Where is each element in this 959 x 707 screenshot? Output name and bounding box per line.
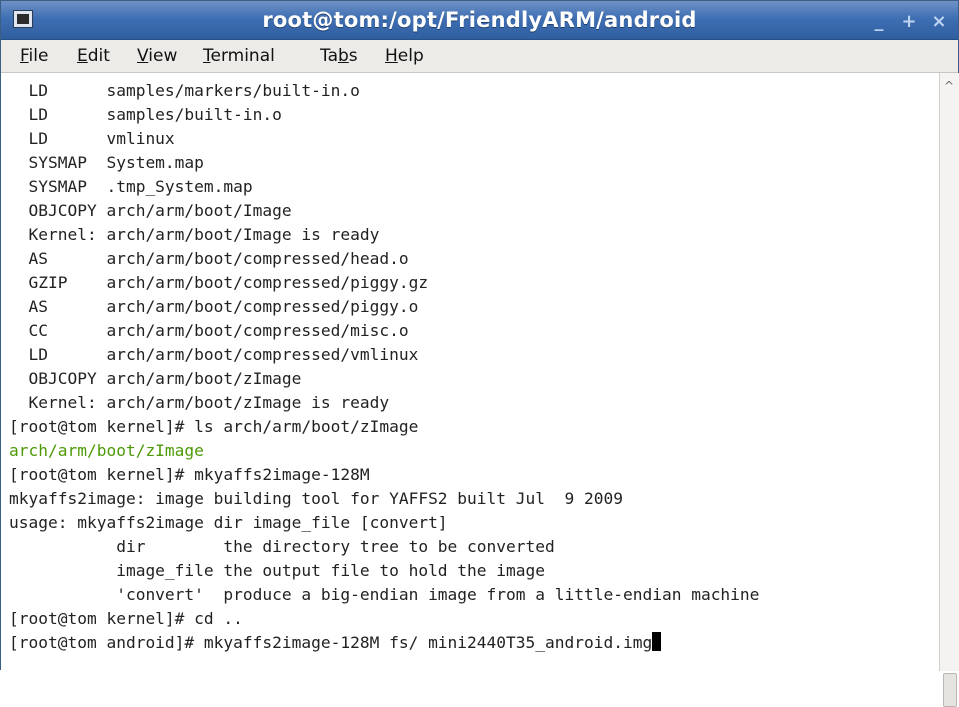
terminal-line: [root@tom kernel]# cd .. [9,609,243,628]
menu-tabs[interactable]: Tabs [320,46,358,66]
maximize-icon[interactable]: + [897,12,921,32]
menu-tabs-pre: Ta [320,46,338,66]
terminal-line: AS arch/arm/boot/compressed/piggy.o [9,297,419,316]
vertical-scrollbar[interactable]: ^ [939,73,959,707]
terminal-line: GZIP arch/arm/boot/compressed/piggy.gz [9,273,429,292]
menu-view-post: iew [148,46,178,66]
menu-edit-post: dit [87,46,110,66]
menu-help[interactable]: Help [385,46,424,66]
terminal-line: dir the directory tree to be converted [9,537,555,556]
menu-file[interactable]: File [20,46,48,66]
terminal-line: LD samples/built-in.o [9,105,282,124]
scroll-up-icon[interactable]: ^ [944,79,954,93]
menu-file-post: ile [28,46,49,66]
menu-view[interactable]: View [137,46,177,66]
terminal-line: OBJCOPY arch/arm/boot/Image [9,201,292,220]
terminal-line: SYSMAP .tmp_System.map [9,177,253,196]
close-icon[interactable]: × [927,12,951,32]
menu-tabs-accel: b [338,46,349,66]
terminal-line-highlight: arch/arm/boot/zImage [9,441,204,460]
terminal-output[interactable]: LD samples/markers/built-in.o LD samples… [1,73,939,671]
terminal-line: LD vmlinux [9,129,175,148]
terminal-window: root@tom:/opt/FriendlyARM/android _ + × … [0,0,959,707]
menu-tabs-post: s [348,46,358,66]
terminal-line: CC arch/arm/boot/compressed/misc.o [9,321,409,340]
terminal-line: LD arch/arm/boot/compressed/vmlinux [9,345,419,364]
menu-terminal-post: erminal [210,46,275,66]
menu-edit[interactable]: Edit [77,46,110,66]
menu-file-accel: F [20,46,29,66]
terminal-line: Kernel: arch/arm/boot/Image is ready [9,225,380,244]
terminal-line: mkyaffs2image: image building tool for Y… [9,489,623,508]
terminal-line: usage: mkyaffs2image dir image_file [con… [9,513,448,532]
terminal-prompt-line: [root@tom android]# mkyaffs2image-128M f… [9,631,662,655]
terminal-line: image_file the output file to hold the i… [9,561,546,580]
terminal-line: 'convert' produce a big-endian image fro… [9,585,760,604]
menu-view-accel: V [137,46,149,66]
menu-terminal[interactable]: Terminal [203,46,275,66]
scrollbar-thumb[interactable] [943,673,957,707]
menu-help-post: elp [397,46,424,66]
menu-edit-accel: E [77,46,88,66]
window-title: root@tom:/opt/FriendlyARM/android [262,8,697,32]
terminal-line: SYSMAP System.map [9,153,204,172]
text-cursor [652,632,662,651]
terminal-line: [root@tom kernel]# mkyaffs2image-128M [9,465,370,484]
minimize-icon[interactable]: _ [867,12,891,32]
menu-help-accel: H [385,46,398,66]
terminal-line: Kernel: arch/arm/boot/zImage is ready [9,393,390,412]
terminal-line: LD samples/markers/built-in.o [9,81,360,100]
command-text: [root@tom android]# mkyaffs2image-128M f… [9,633,653,652]
menu-bar: File Edit View Terminal Tabs Help [1,40,958,73]
terminal-line: AS arch/arm/boot/compressed/head.o [9,249,409,268]
terminal-line: OBJCOPY arch/arm/boot/zImage [9,369,302,388]
title-bar[interactable]: root@tom:/opt/FriendlyARM/android _ + × [1,1,958,40]
menu-terminal-accel: T [203,46,211,66]
terminal-line: [root@tom kernel]# ls arch/arm/boot/zIma… [9,417,419,436]
